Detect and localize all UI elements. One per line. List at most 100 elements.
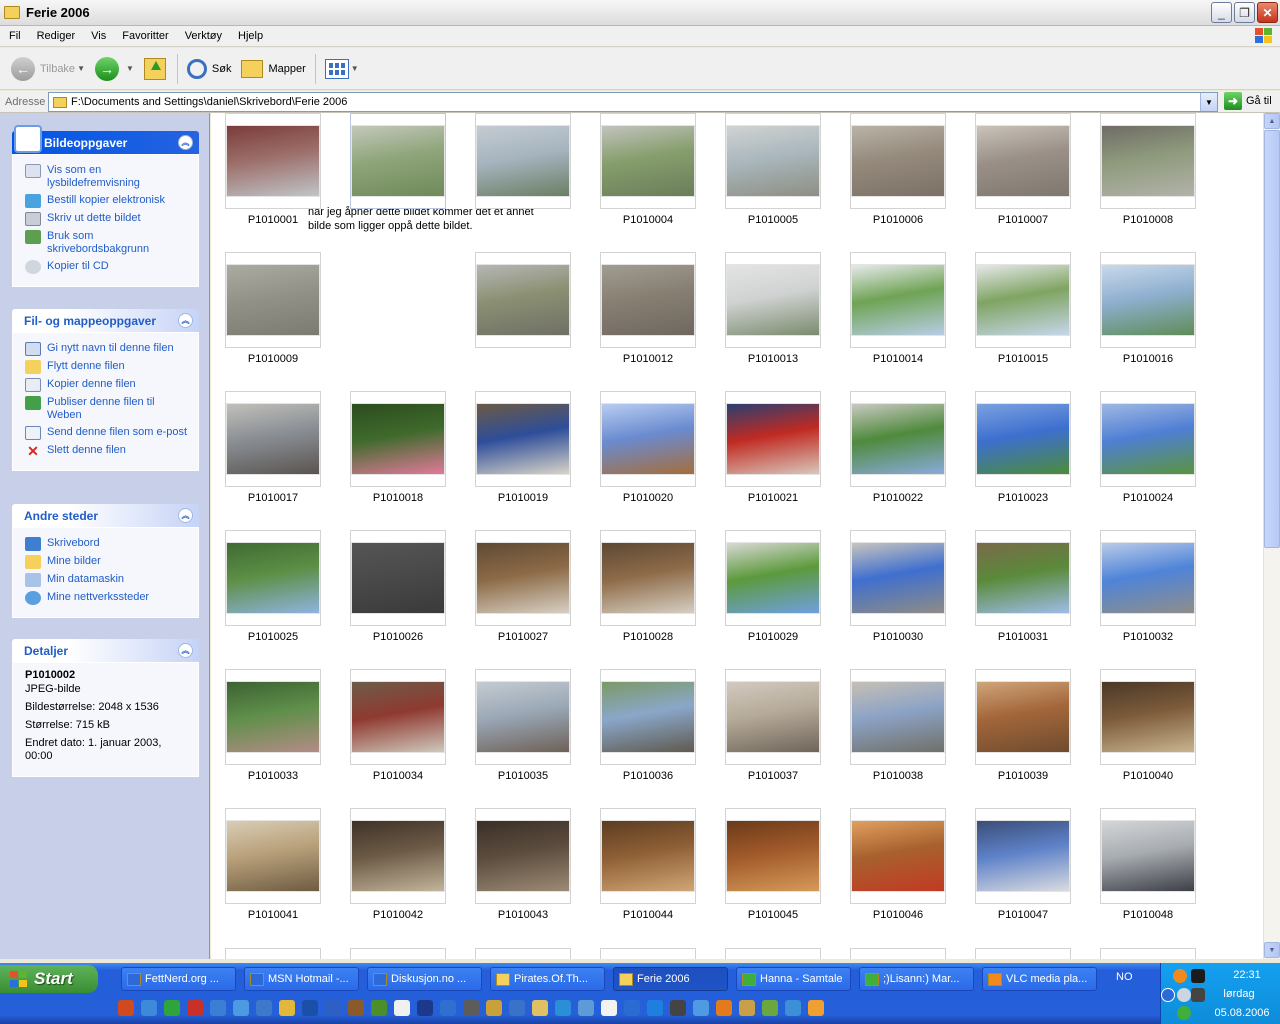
thumbnail-frame[interactable] [850,252,946,348]
thumbnail-frame[interactable] [1100,808,1196,904]
thumbnail-frame[interactable] [725,948,821,959]
views-dropdown-icon[interactable]: ▼ [351,64,359,73]
thumbnail-item[interactable]: P1010047 [975,808,1071,921]
quick-launch-icon[interactable] [210,1000,226,1016]
quick-launch-icon[interactable] [187,1000,203,1016]
taskbar-button[interactable]: VLC media pla... [982,967,1097,991]
vertical-scrollbar[interactable]: ▲ ▼ [1263,113,1280,959]
quick-launch-icon[interactable] [739,1000,755,1016]
thumbnail-item[interactable]: P1010039 [975,669,1071,782]
thumbnail-item[interactable]: P1010037 [725,669,821,782]
thumbnail-frame[interactable] [225,808,321,904]
collapse-icon[interactable]: ︽ [178,135,193,150]
thumbnail-item[interactable]: P1010027 [475,530,571,643]
menu-view[interactable]: Vis [82,30,113,42]
thumbnail-item[interactable] [725,948,821,959]
thumbnail-item[interactable]: P1010001 [225,113,321,226]
quick-launch-icon[interactable] [555,1000,571,1016]
thumbnail-frame[interactable] [725,113,821,209]
thumbnail-frame[interactable] [850,113,946,209]
task-rename[interactable]: Gi nytt navn til denne filen [25,342,190,356]
forward-button[interactable]: → ▼ [90,52,139,86]
minimize-button[interactable]: _ [1211,2,1232,23]
thumbnail-frame[interactable] [725,808,821,904]
back-button[interactable]: ← Tilbake ▼ [6,52,90,86]
quick-launch-icon[interactable] [463,1000,479,1016]
thumbnail-item[interactable] [225,948,321,959]
thumbnail-item[interactable] [975,948,1071,959]
quick-launch-icon[interactable] [716,1000,732,1016]
quick-launch-icon[interactable] [118,1000,134,1016]
thumbnail-frame[interactable] [350,530,446,626]
thumbnail-frame[interactable] [600,808,696,904]
thumbnail-frame[interactable] [475,669,571,765]
thumbnail-item[interactable] [475,252,571,353]
scroll-up-button[interactable]: ▲ [1264,113,1280,129]
thumbnail-item[interactable]: P1010032 [1100,530,1196,643]
quick-launch-icon[interactable] [302,1000,318,1016]
taskbar-button[interactable]: FettNerd.org ... [121,967,236,991]
thumbnail-frame[interactable] [475,252,571,348]
thumbnail-item[interactable]: P1010012 [600,252,696,365]
task-delete[interactable]: ✕ Slett denne filen [25,444,190,458]
thumbnail-frame[interactable] [975,669,1071,765]
menu-file[interactable]: Fil [0,30,28,42]
thumbnail-frame[interactable] [225,669,321,765]
search-button[interactable]: Søk [182,52,237,86]
collapse-icon[interactable]: ︽ [178,508,193,523]
thumbnail-frame[interactable] [350,948,446,959]
thumbnail-frame[interactable] [225,948,321,959]
thumbnail-item[interactable]: P1010046 [850,808,946,921]
thumbnail-item[interactable]: P1010042 [350,808,446,921]
taskbar-button[interactable]: MSN Hotmail -... [244,967,359,991]
thumbnail-item[interactable]: P1010041 [225,808,321,921]
thumbnail-item[interactable]: P1010025 [225,530,321,643]
thumbnail-frame[interactable] [975,252,1071,348]
quick-launch-icon[interactable] [371,1000,387,1016]
thumbnail-item[interactable]: P1010043 [475,808,571,921]
thumbnail-frame[interactable] [1100,530,1196,626]
go-button[interactable]: ➜ Gå til [1224,92,1272,110]
quick-launch-icon[interactable] [279,1000,295,1016]
file-tasks-header[interactable]: Fil- og mappeoppgaver ︽ [12,309,199,332]
quick-launch-icon[interactable] [486,1000,502,1016]
thumbnail-item[interactable] [350,252,446,353]
thumbnail-item[interactable]: P1010016 [1100,252,1196,365]
thumbnail-item[interactable]: P1010035 [475,669,571,782]
thumbnail-item[interactable]: P1010009 [225,252,321,365]
thumbnail-item[interactable]: P1010005 [725,113,821,226]
up-folder-button[interactable] [139,52,173,86]
forward-dropdown-icon[interactable]: ▼ [126,64,134,73]
thumbnail-frame[interactable] [850,391,946,487]
quick-launch-icon[interactable] [601,1000,617,1016]
thumbnail-item[interactable] [1100,948,1196,959]
thumbnail-item[interactable]: P1010007 [975,113,1071,226]
quick-launch-icon[interactable] [693,1000,709,1016]
task-copy-to-cd[interactable]: Kopier til CD [25,260,190,274]
scroll-thumb[interactable] [1264,130,1280,548]
tray-status-icon[interactable] [1177,988,1191,1002]
thumbnail-item[interactable]: P1010017 [225,391,321,504]
thumbnail-item[interactable]: P1010031 [975,530,1071,643]
quick-launch-icon[interactable] [785,1000,801,1016]
scroll-down-button[interactable]: ▼ [1264,942,1280,958]
thumbnail-item[interactable]: P1010033 [225,669,321,782]
tray-app-icon[interactable] [1173,969,1187,983]
thumbnail-item[interactable]: P1010008 [1100,113,1196,226]
thumbnail-frame[interactable] [350,808,446,904]
thumbnail-item[interactable]: P1010023 [975,391,1071,504]
place-desktop[interactable]: Skrivebord [25,537,190,551]
thumbnail-frame[interactable] [725,391,821,487]
thumbnail-item[interactable] [350,948,446,959]
quick-launch-icon[interactable] [164,1000,180,1016]
thumbnail-item[interactable] [350,113,446,214]
thumbnail-frame[interactable] [975,948,1071,959]
thumbnail-item[interactable] [850,948,946,959]
thumbnail-item[interactable]: P1010020 [600,391,696,504]
task-move[interactable]: Flytt denne filen [25,360,190,374]
thumbnail-item[interactable]: P1010029 [725,530,821,643]
quick-launch-icon[interactable] [509,1000,525,1016]
thumbnail-frame[interactable] [725,530,821,626]
thumbnail-item[interactable]: P1010022 [850,391,946,504]
thumbnail-frame[interactable] [850,948,946,959]
